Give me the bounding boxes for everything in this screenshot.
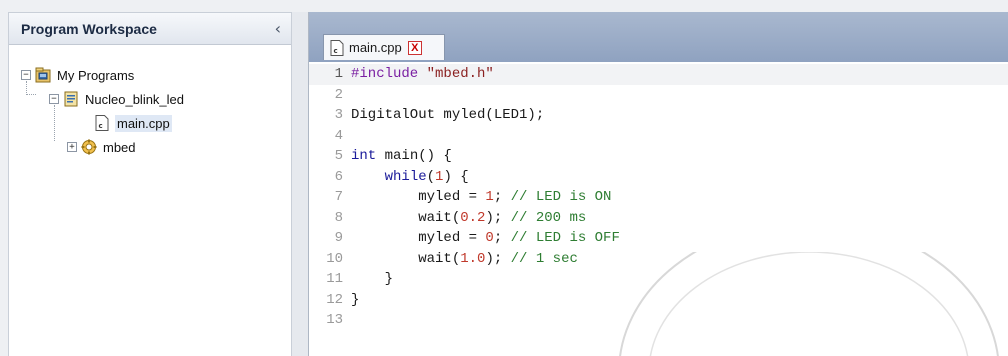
- line-number: 9: [334, 230, 343, 246]
- tree-item-my-programs[interactable]: − My Programs: [9, 63, 291, 87]
- programs-folder-icon: [35, 67, 51, 83]
- tree-item-main-cpp[interactable]: c main.cpp: [9, 111, 291, 135]
- code-token: (: [426, 168, 436, 185]
- line-number: 13: [326, 312, 343, 328]
- code-token: ;: [493, 189, 511, 205]
- program-workspace-panel: Program Workspace ‹ − My Programs − Nucl…: [8, 12, 292, 356]
- code-text: }: [347, 269, 393, 290]
- code-editor: c main.cpp X 1 #include "mbed.h" 2 3 Digital…: [308, 12, 1008, 356]
- code-line[interactable]: 13: [309, 310, 1008, 331]
- line-number: 3: [334, 107, 343, 123]
- code-token: // LED is ON: [510, 189, 612, 205]
- cpp-file-icon: c: [330, 39, 344, 56]
- svg-text:c: c: [99, 122, 103, 130]
- code-line[interactable]: 1 #include "mbed.h": [309, 64, 1008, 85]
- code-line[interactable]: 11 }: [309, 269, 1008, 290]
- code-text: int main() {: [347, 146, 452, 167]
- cpp-file-icon: c: [95, 115, 109, 131]
- code-text: DigitalOut myled(LED1);: [347, 105, 544, 126]
- code-token: }: [351, 271, 394, 287]
- code-token: // 1 sec: [510, 250, 578, 267]
- line-number: 11: [326, 271, 343, 287]
- code-token: ) {: [443, 168, 469, 185]
- code-token: // LED is OFF: [510, 230, 620, 246]
- code-token: #include: [351, 66, 427, 82]
- line-number: 8: [334, 209, 343, 226]
- code-token: wait(: [351, 250, 461, 267]
- tab-main-cpp[interactable]: c main.cpp X: [323, 34, 445, 60]
- code-token: DigitalOut myled(LED1);: [351, 107, 545, 123]
- program-icon: [63, 91, 79, 107]
- line-number: 10: [326, 250, 343, 267]
- line-number: 5: [334, 148, 343, 164]
- code-text: wait(1.0); // 1 sec: [347, 249, 578, 270]
- library-gear-icon: [81, 139, 97, 155]
- code-text: myled = 0; // LED is OFF: [347, 228, 620, 249]
- code-line[interactable]: 5 int main() {: [309, 146, 1008, 167]
- line-number: 4: [334, 127, 343, 144]
- line-number: 12: [326, 291, 343, 308]
- collapse-panel-button[interactable]: ‹: [275, 20, 281, 37]
- code-text: wait(0.2); // 200 ms: [347, 208, 586, 229]
- tree-item-label: mbed: [103, 139, 136, 155]
- tab-label: main.cpp: [349, 40, 402, 55]
- code-token: );: [485, 250, 511, 267]
- line-number: 1: [334, 66, 343, 82]
- tree-item-label: Nucleo_blink_led: [85, 91, 185, 107]
- editor-tab-bar: c main.cpp X: [309, 12, 1008, 62]
- code-line[interactable]: 7 myled = 1; // LED is ON: [309, 187, 1008, 208]
- code-area[interactable]: 1 #include "mbed.h" 2 3 DigitalOut myled(LED…: [309, 64, 1008, 356]
- code-token: ;: [493, 230, 511, 246]
- code-text: #include "mbed.h": [347, 64, 494, 85]
- code-token: // 200 ms: [510, 209, 587, 226]
- code-token: }: [351, 291, 360, 308]
- line-number: 6: [334, 168, 343, 185]
- tree-item-nucleo-blink-led[interactable]: − Nucleo_blink_led: [9, 87, 291, 111]
- program-tree: − My Programs − Nucleo_blink_led c main.…: [9, 45, 291, 159]
- code-text: }: [347, 290, 359, 311]
- code-token: 1: [485, 189, 494, 205]
- code-token: wait(: [351, 209, 461, 226]
- code-token: "mbed.h": [426, 66, 494, 82]
- line-number: 7: [334, 189, 343, 205]
- workspace-header: Program Workspace ‹: [9, 13, 291, 45]
- code-token: 0.2: [460, 209, 486, 226]
- code-line[interactable]: 4: [309, 126, 1008, 147]
- tree-item-mbed[interactable]: + mbed: [9, 135, 291, 159]
- code-token: 1.0: [460, 250, 486, 267]
- code-token: myled =: [351, 189, 486, 205]
- svg-text:c: c: [334, 47, 338, 55]
- panel-splitter[interactable]: [292, 12, 308, 356]
- code-token: );: [485, 209, 511, 226]
- code-token: int: [351, 148, 377, 164]
- code-line[interactable]: 6 while(1) {: [309, 167, 1008, 188]
- tree-item-label: My Programs: [57, 67, 135, 83]
- workspace-title: Program Workspace: [21, 20, 157, 37]
- code-token: 0: [485, 230, 494, 246]
- code-text: while(1) {: [347, 167, 469, 188]
- code-line[interactable]: 3 DigitalOut myled(LED1);: [309, 105, 1008, 126]
- expand-toggle-icon[interactable]: +: [67, 142, 77, 152]
- collapse-toggle-icon[interactable]: −: [49, 94, 59, 104]
- code-line[interactable]: 10 wait(1.0); // 1 sec: [309, 249, 1008, 270]
- code-line[interactable]: 12}: [309, 290, 1008, 311]
- tree-item-label: main.cpp: [115, 114, 172, 132]
- code-line[interactable]: 8 wait(0.2); // 200 ms: [309, 208, 1008, 229]
- code-line[interactable]: 9 myled = 0; // LED is OFF: [309, 228, 1008, 249]
- code-token: myled =: [351, 230, 486, 246]
- line-number: 2: [334, 86, 343, 103]
- code-text: myled = 1; // LED is ON: [347, 187, 611, 208]
- collapse-toggle-icon[interactable]: −: [21, 70, 31, 80]
- code-line[interactable]: 2: [309, 85, 1008, 106]
- close-tab-icon[interactable]: X: [407, 40, 422, 55]
- code-token: while: [384, 168, 427, 185]
- code-token: main() {: [376, 148, 452, 164]
